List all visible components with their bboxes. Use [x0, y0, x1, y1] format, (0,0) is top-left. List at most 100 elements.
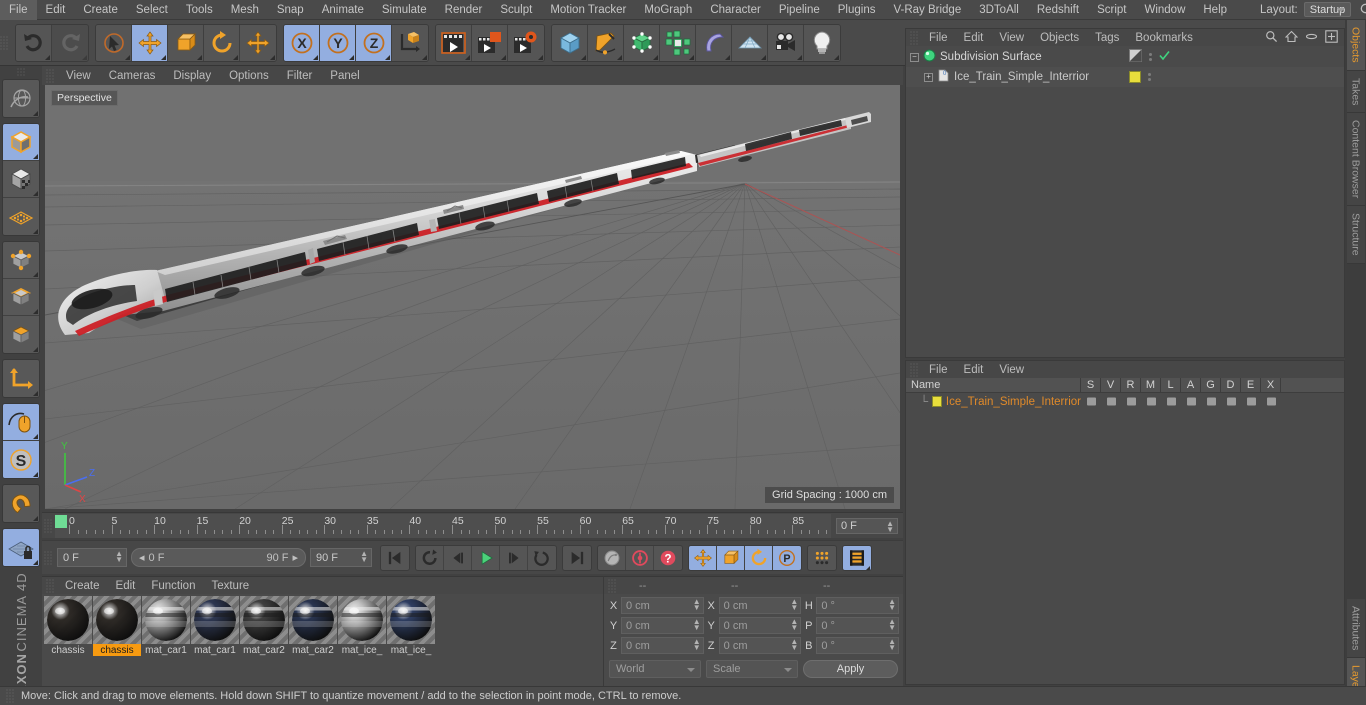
column-header-r[interactable]: R [1121, 377, 1141, 393]
mograph-array-button[interactable] [660, 24, 696, 61]
key-position-button[interactable] [689, 545, 717, 570]
play-reverse-loop-button[interactable] [416, 545, 444, 570]
layer-row[interactable]: └ Ice_Train_Simple_Interrior [906, 393, 1344, 410]
viewport-menu-filter[interactable]: Filter [278, 70, 322, 82]
object-menu-objects[interactable]: Objects [1032, 32, 1087, 44]
viewport-menu-view[interactable]: View [57, 70, 100, 82]
expander-icon[interactable]: − [910, 52, 919, 62]
home-icon[interactable] [1284, 30, 1299, 46]
axis-mode-button[interactable] [3, 360, 39, 397]
menu-item-simulate[interactable]: Simulate [373, 0, 436, 20]
material-thumbnail[interactable] [240, 596, 288, 644]
deformers-icon[interactable] [1221, 396, 1241, 407]
world-object-coord-button[interactable] [392, 24, 428, 61]
material-item[interactable]: chassis [93, 596, 141, 656]
layer-menu-edit[interactable]: Edit [956, 364, 992, 376]
menu-item-create[interactable]: Create [74, 0, 127, 20]
loop-button[interactable] [528, 545, 556, 570]
coord-input-rotation-b[interactable]: 0 ° ▲ ▼ [816, 637, 900, 654]
material-item[interactable]: mat_car2 [240, 596, 288, 656]
deformer-bend-button[interactable] [696, 24, 732, 61]
column-header-g[interactable]: G [1201, 377, 1221, 393]
material-item[interactable]: mat_car1 [191, 596, 239, 656]
key-scale-button[interactable] [717, 545, 745, 570]
scene-floor-button[interactable] [732, 24, 768, 61]
redo-button[interactable] [52, 24, 88, 61]
spinner-icon[interactable]: ▲ ▼ [693, 598, 701, 612]
generator-nurbs-button[interactable] [624, 24, 660, 61]
move-axis-button[interactable] [240, 24, 276, 61]
cube-primitive-button[interactable] [552, 24, 588, 61]
material-item[interactable]: mat_ice_ [338, 596, 386, 656]
lock-workplane-button[interactable] [3, 529, 39, 566]
deformed-points-button[interactable] [3, 198, 39, 235]
magnet-snap-button[interactable] [3, 485, 39, 522]
texture-mode-button[interactable] [3, 161, 39, 198]
spinner-icon[interactable]: ▲ ▼ [790, 598, 798, 612]
coord-input-position-x[interactable]: 0 cm ▲ ▼ [621, 597, 704, 614]
key-parameter-button[interactable]: P [773, 545, 801, 570]
transport-grip[interactable] [44, 550, 53, 565]
layer-menu-file[interactable]: File [921, 364, 956, 376]
timeline-track[interactable]: 051015202530354045505560657075808590 [55, 513, 831, 538]
coord-input-size-x[interactable]: 0 cm ▲ ▼ [718, 597, 802, 614]
layer-color-swatch[interactable] [932, 396, 942, 407]
menu-item-edit[interactable]: Edit [37, 0, 75, 20]
menu-item-script[interactable]: Script [1088, 0, 1135, 20]
material-thumbnail[interactable] [338, 596, 386, 644]
autokeying-button[interactable] [626, 545, 654, 570]
layout-select[interactable]: Startup [1303, 2, 1352, 17]
selection-live-button[interactable] [96, 24, 132, 61]
tab-structure[interactable]: Structure [1346, 206, 1365, 264]
viewport-grip[interactable] [46, 68, 55, 83]
keyframe-selection-button[interactable]: ? [654, 545, 682, 570]
render-view-button[interactable] [436, 24, 472, 61]
menu-item-tools[interactable]: Tools [177, 0, 222, 20]
material-thumbnail[interactable] [142, 596, 190, 644]
range-left-arrow-icon[interactable]: ◂ [139, 551, 145, 564]
menu-item-window[interactable]: Window [1135, 0, 1194, 20]
material-item[interactable]: mat_car2 [289, 596, 337, 656]
material-thumbnail[interactable] [289, 596, 337, 644]
end-frame-field[interactable]: 90 F ▲ ▼ [310, 548, 372, 567]
menu-item-plugins[interactable]: Plugins [829, 0, 885, 20]
menu-item-redshift[interactable]: Redshift [1028, 0, 1088, 20]
goto-end-button[interactable] [563, 545, 591, 570]
coord-input-position-z[interactable]: 0 cm ▲ ▼ [621, 637, 704, 654]
material-item[interactable]: mat_car1 [142, 596, 190, 656]
object-menu-edit[interactable]: Edit [956, 32, 992, 44]
undo-button[interactable] [16, 24, 52, 61]
spinner-icon[interactable]: ▲ ▼ [888, 598, 896, 612]
solo-dot-icon[interactable] [1081, 396, 1101, 407]
tab-objects[interactable]: Objects [1346, 20, 1365, 71]
step-back-button[interactable] [444, 545, 472, 570]
preview-range-bar[interactable]: ◂ 0 F 90 F ▸ [131, 548, 306, 567]
material-thumbnail[interactable] [44, 596, 92, 644]
spinner-icon[interactable]: ▲ ▼ [886, 519, 894, 533]
column-header-m[interactable]: M [1141, 377, 1161, 393]
spinner-icon[interactable]: ▲ ▼ [888, 618, 896, 632]
timeline-grip[interactable] [44, 518, 53, 533]
record-autokey-button[interactable] [598, 545, 626, 570]
coordinate-system-select[interactable]: World [609, 660, 701, 678]
object-menu-bookmarks[interactable]: Bookmarks [1127, 32, 1201, 44]
column-header-s[interactable]: S [1081, 377, 1101, 393]
timeline-frame-field[interactable]: 0 F ▲ ▼ [836, 517, 898, 534]
light-button[interactable] [804, 24, 840, 61]
spinner-icon[interactable]: ▲ ▼ [888, 638, 896, 652]
key-rotation-button[interactable] [745, 545, 773, 570]
search-icon[interactable] [1265, 30, 1278, 46]
viewport-menu-options[interactable]: Options [220, 70, 278, 82]
column-header-l[interactable]: L [1161, 377, 1181, 393]
menu-item-select[interactable]: Select [127, 0, 177, 20]
spinner-icon[interactable]: ▲ ▼ [790, 638, 798, 652]
coord-input-position-y[interactable]: 0 cm ▲ ▼ [621, 617, 704, 634]
render-settings-button[interactable] [508, 24, 544, 61]
menu-item-mograph[interactable]: MoGraph [635, 0, 701, 20]
menu-item-character[interactable]: Character [701, 0, 770, 20]
menu-item-file[interactable]: File [0, 0, 37, 20]
camera-button[interactable] [768, 24, 804, 61]
column-header-d[interactable]: D [1221, 377, 1241, 393]
menu-item-render[interactable]: Render [436, 0, 492, 20]
object-menu-view[interactable]: View [991, 32, 1032, 44]
